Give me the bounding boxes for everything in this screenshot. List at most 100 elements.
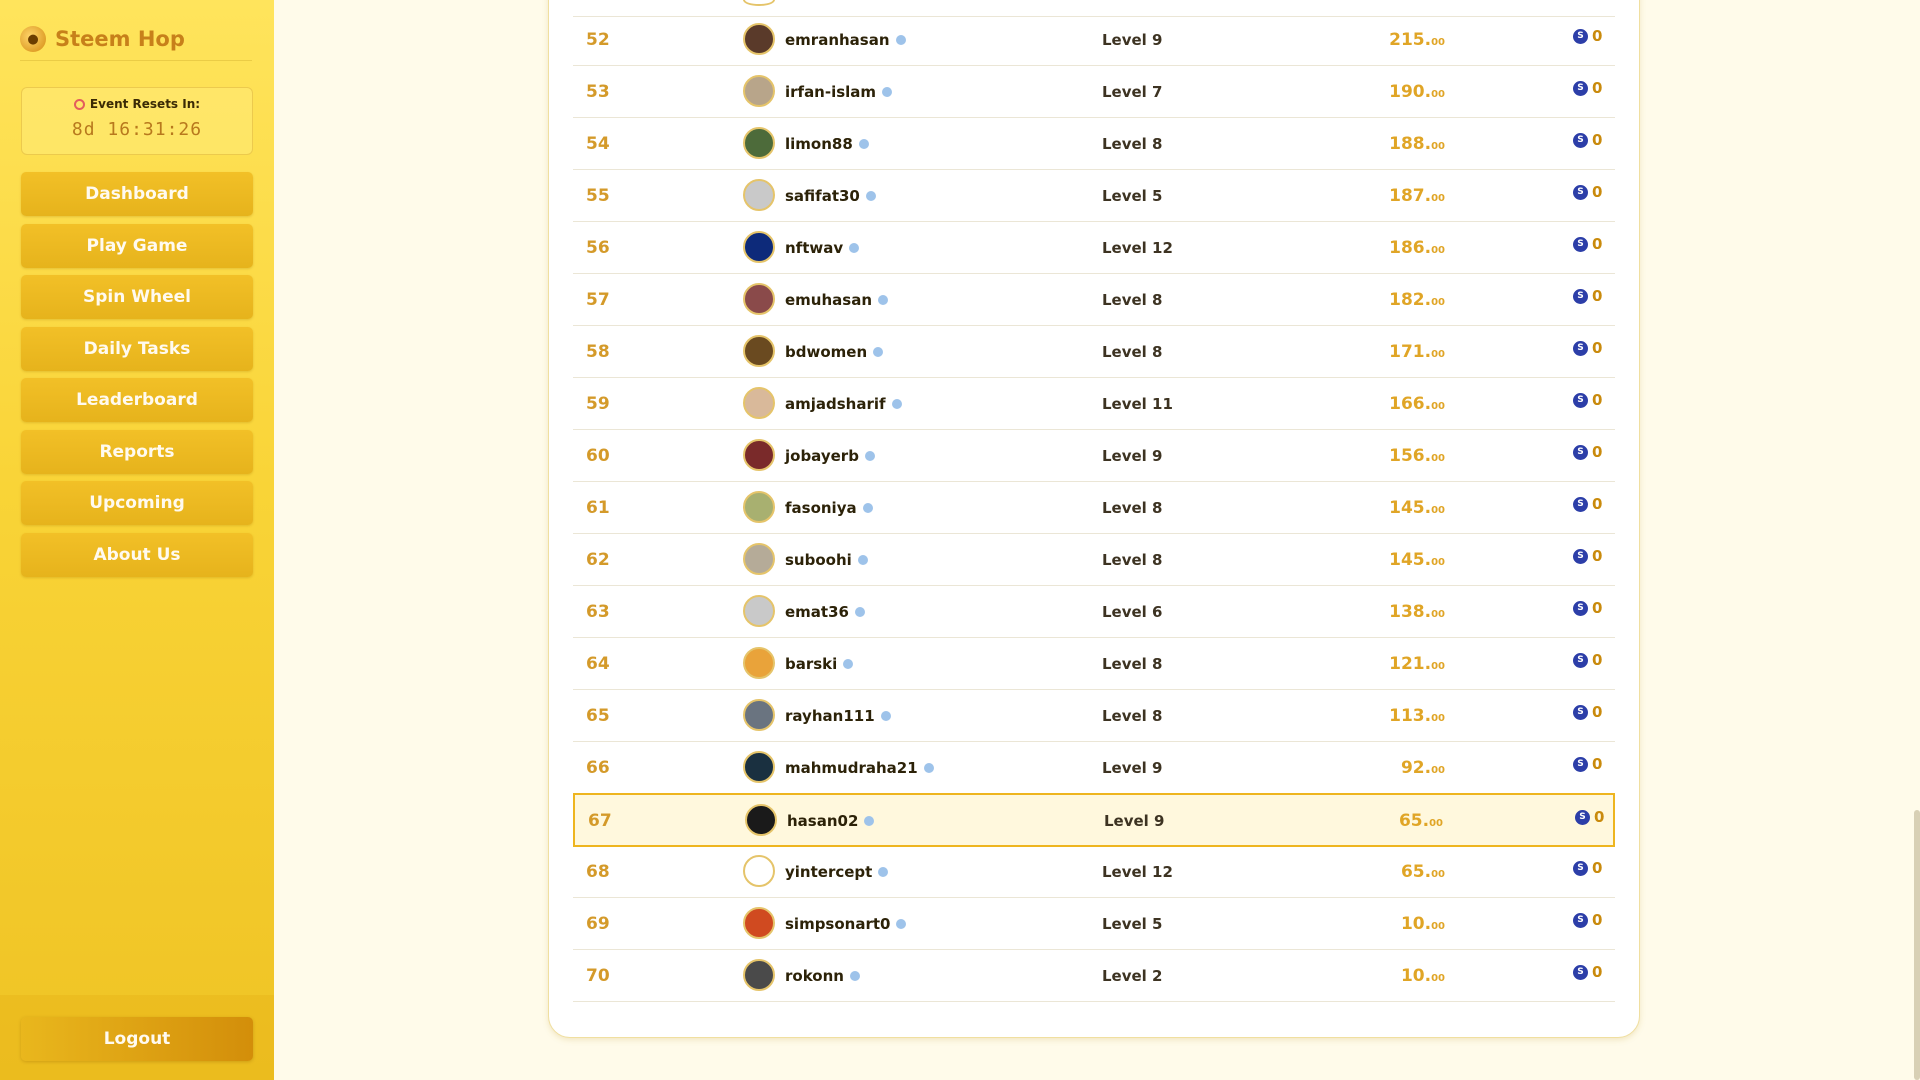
avatar[interactable] — [743, 595, 775, 627]
avatar[interactable] — [743, 543, 775, 575]
leaderboard-row[interactable]: 61 fasoniya Level 8 145.00 S 0 — [573, 482, 1615, 534]
steem-icon: S — [1573, 392, 1588, 408]
reward-value: 0 — [1592, 651, 1603, 669]
info-icon[interactable] — [864, 816, 875, 826]
leaderboard-row[interactable]: 59 amjadsharif Level 11 166.00 S 0 — [573, 378, 1615, 430]
leaderboard-row[interactable]: 69 simpsonart0 Level 5 10.00 S 0 — [573, 898, 1615, 950]
avatar[interactable] — [743, 491, 775, 523]
level-cell: Level 9 — [1102, 31, 1163, 49]
leaderboard-row[interactable]: 52 emranhasan Level 9 215.00 S 0 — [573, 14, 1615, 66]
avatar[interactable] — [743, 751, 775, 783]
leaderboard-row[interactable]: 60 jobayerb Level 9 156.00 S 0 — [573, 430, 1615, 482]
rank-cell: 55 — [586, 186, 610, 206]
nav-leaderboard[interactable]: Leaderboard — [21, 378, 253, 422]
brand[interactable]: ● Steem Hop — [20, 18, 252, 61]
username-link[interactable]: rokonn — [785, 950, 844, 1002]
username-link[interactable]: fasoniya — [785, 482, 857, 534]
info-icon[interactable] — [923, 763, 934, 773]
avatar[interactable] — [743, 855, 775, 887]
reward-cell: S 0 — [1573, 131, 1602, 149]
score-decimals: 00 — [1431, 557, 1445, 568]
avatar[interactable] — [743, 439, 775, 471]
avatar[interactable] — [743, 699, 775, 731]
info-icon[interactable] — [882, 87, 893, 97]
avatar[interactable] — [743, 23, 775, 55]
avatar[interactable] — [743, 907, 775, 939]
avatar[interactable] — [743, 283, 775, 315]
leaderboard-row[interactable]: 70 rokonn Level 2 10.00 S 0 — [573, 950, 1615, 1002]
username-link[interactable]: yintercept — [785, 846, 872, 898]
avatar[interactable] — [743, 179, 775, 211]
leaderboard-row[interactable]: 66 mahmudraha21 Level 9 92.00 S 0 — [573, 742, 1615, 794]
username-link[interactable]: amjadsharif — [785, 378, 886, 430]
info-icon[interactable] — [873, 347, 884, 357]
username-link[interactable]: irfan-islam — [785, 66, 876, 118]
info-icon[interactable] — [895, 35, 906, 45]
app-name: Steem Hop — [55, 27, 185, 51]
username-link[interactable]: mahmudraha21 — [785, 742, 918, 794]
leaderboard-row[interactable]: 54 limon88 Level 8 188.00 S 0 — [573, 118, 1615, 170]
leaderboard-row[interactable]: 57 emuhasan Level 8 182.00 S 0 — [573, 274, 1615, 326]
leaderboard-row[interactable]: 67 hasan02 Level 9 65.00 S 0 — [573, 793, 1615, 847]
info-icon[interactable] — [849, 243, 860, 253]
avatar[interactable] — [743, 387, 775, 419]
info-icon[interactable] — [880, 711, 891, 721]
info-icon[interactable] — [878, 867, 889, 877]
username-link[interactable]: limon88 — [785, 118, 853, 170]
info-icon[interactable] — [858, 139, 869, 149]
username-link[interactable]: simpsonart0 — [785, 898, 890, 950]
username-link[interactable]: hasan02 — [787, 795, 858, 847]
username-link[interactable]: jobayerb — [785, 430, 859, 482]
username-link[interactable]: emat36 — [785, 586, 849, 638]
avatar[interactable] — [743, 127, 775, 159]
avatar[interactable] — [743, 231, 775, 263]
leaderboard-row[interactable]: 68 yintercept Level 12 65.00 S 0 — [573, 846, 1615, 898]
info-icon[interactable] — [891, 399, 902, 409]
avatar[interactable] — [745, 804, 777, 836]
avatar[interactable] — [743, 335, 775, 367]
info-icon[interactable] — [843, 659, 854, 669]
nav-upcoming[interactable]: Upcoming — [21, 481, 253, 525]
avatar[interactable] — [743, 647, 775, 679]
info-icon[interactable] — [849, 971, 860, 981]
score-decimals: 00 — [1431, 89, 1445, 100]
logout-button[interactable]: Logout — [21, 1017, 253, 1061]
leaderboard-row[interactable]: 56 nftwav Level 12 186.00 S 0 — [573, 222, 1615, 274]
nav-dashboard[interactable]: Dashboard — [21, 172, 253, 216]
nav-daily-tasks[interactable]: Daily Tasks — [21, 326, 253, 371]
page-scrollbar[interactable] — [1914, 810, 1920, 1080]
username-link[interactable]: bdwomen — [785, 326, 867, 378]
nav-spin-wheel[interactable]: Spin Wheel — [21, 275, 253, 319]
leaderboard-row[interactable]: 65 rayhan111 Level 8 113.00 S 0 — [573, 690, 1615, 742]
leaderboard-row[interactable]: 55 safifat30 Level 5 187.00 S 0 — [573, 170, 1615, 222]
reward-value: 0 — [1592, 599, 1603, 617]
avatar[interactable] — [743, 959, 775, 991]
info-icon[interactable] — [864, 451, 875, 461]
leaderboard-row[interactable]: 58 bdwomen Level 8 171.00 S 0 — [573, 326, 1615, 378]
score-decimals: 00 — [1431, 921, 1445, 932]
info-icon[interactable] — [896, 919, 907, 929]
steem-icon: S — [1573, 340, 1588, 356]
info-icon[interactable] — [862, 503, 873, 513]
reward-value: 0 — [1592, 443, 1603, 461]
nav-about-us[interactable]: About Us — [21, 532, 253, 577]
leaderboard-row[interactable]: 64 barski Level 8 121.00 S 0 — [573, 638, 1615, 690]
username-link[interactable]: emuhasan — [785, 274, 872, 326]
leaderboard-row[interactable]: 63 emat36 Level 6 138.00 S 0 — [573, 586, 1615, 638]
leaderboard-row[interactable]: 53 irfan-islam Level 7 190.00 S 0 — [573, 66, 1615, 118]
username-link[interactable]: barski — [785, 638, 837, 690]
nav-reports[interactable]: Reports — [21, 429, 253, 474]
rank-cell: 68 — [586, 862, 610, 882]
info-icon[interactable] — [865, 191, 876, 201]
nav-play-game[interactable]: Play Game — [21, 223, 253, 268]
username-link[interactable]: emranhasan — [785, 14, 890, 66]
username-link[interactable]: nftwav — [785, 222, 843, 274]
avatar[interactable] — [743, 75, 775, 107]
info-icon[interactable] — [854, 607, 865, 617]
username-link[interactable]: suboohi — [785, 534, 852, 586]
username-link[interactable]: safifat30 — [785, 170, 860, 222]
leaderboard-row[interactable]: 62 suboohi Level 8 145.00 S 0 — [573, 534, 1615, 586]
username-link[interactable]: rayhan111 — [785, 690, 875, 742]
info-icon[interactable] — [878, 295, 889, 305]
info-icon[interactable] — [857, 555, 868, 565]
